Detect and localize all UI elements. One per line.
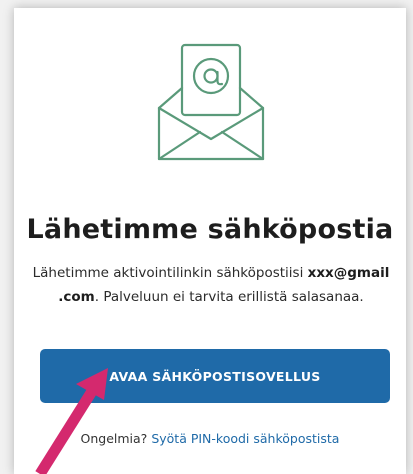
email-address-part1: xxx@gmail: [307, 265, 390, 281]
confirmation-message: Lähetimme aktivointilinkin sähköpostiisi…: [28, 261, 394, 309]
email-sent-card: Lähetimme sähköpostia Lähetimme aktivoin…: [14, 8, 406, 474]
message-suffix: . Palveluun ei tarvita erillistä salasan…: [94, 289, 364, 305]
open-email-app-button[interactable]: AVAA SÄHKÖPOSTISOVELLUS: [40, 349, 390, 403]
enter-pin-link[interactable]: Syötä PIN-koodi sähköpostista: [151, 431, 339, 446]
message-prefix: Lähetimme aktivointilinkin sähköpostiisi: [32, 265, 308, 281]
page-title: Lähetimme sähköpostia: [26, 214, 394, 245]
envelope-at-icon: [157, 43, 265, 161]
help-prompt: Ongelmia?: [80, 431, 148, 446]
email-address-part2: .com: [58, 289, 95, 305]
help-line: Ongelmia? Syötä PIN-koodi sähköpostista: [14, 431, 406, 446]
